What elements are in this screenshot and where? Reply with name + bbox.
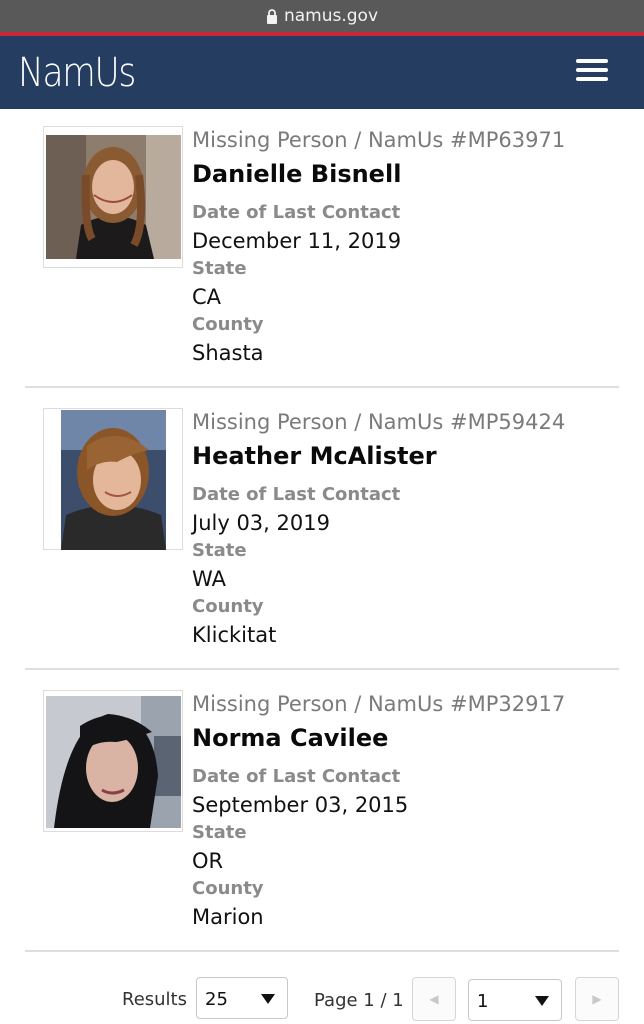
divider (25, 668, 619, 670)
person-name[interactable]: Norma Cavilee (192, 721, 565, 755)
prev-page-button[interactable]: ◀ (412, 977, 456, 1021)
date-value: December 11, 2019 (192, 229, 402, 253)
state-value: WA (192, 567, 226, 591)
case-photo (46, 135, 181, 259)
result-item[interactable]: Missing Person / NamUs #MP63971 Danielle… (0, 110, 644, 392)
state-value: OR (192, 849, 224, 873)
county-value: Klickitat (192, 623, 277, 647)
case-number[interactable]: Missing Person / NamUs #MP59424 (192, 408, 565, 436)
browser-url-bar[interactable]: namus.gov (0, 0, 644, 32)
result-item[interactable]: Missing Person / NamUs #MP59424 Heather … (0, 392, 644, 674)
lock-icon (266, 8, 277, 24)
state-label: State (192, 540, 247, 561)
results-label: Results (122, 989, 187, 1010)
state-value: CA (192, 285, 222, 309)
divider (25, 386, 619, 388)
date-value: July 03, 2019 (192, 511, 330, 535)
person-name[interactable]: Heather McAlister (192, 439, 565, 473)
date-label: Date of Last Contact (192, 202, 401, 223)
hamburger-menu-icon[interactable] (576, 59, 608, 85)
results-per-page-select[interactable]: 25 (196, 977, 288, 1019)
case-number[interactable]: Missing Person / NamUs #MP32917 (192, 690, 565, 718)
site-header: NamUs (0, 36, 644, 109)
prev-arrow-icon: ◀ (429, 992, 439, 1006)
date-label: Date of Last Contact (192, 484, 401, 505)
county-label: County (192, 878, 264, 899)
results-per-page-value: 25 (205, 989, 228, 1010)
person-name[interactable]: Danielle Bisnell (192, 157, 565, 191)
date-label: Date of Last Contact (192, 766, 401, 787)
state-label: State (192, 822, 247, 843)
page-indicator: Page 1 / 1 (314, 990, 404, 1011)
county-value: Marion (192, 905, 264, 929)
result-item[interactable]: Missing Person / NamUs #MP32917 Norma Ca… (0, 674, 644, 956)
date-value: September 03, 2015 (192, 793, 409, 817)
url-text: namus.gov (283, 6, 379, 26)
state-label: State (192, 258, 247, 279)
chevron-down-icon (261, 994, 275, 1004)
next-page-button[interactable]: ▶ (575, 977, 619, 1021)
pagination-bar: Results 25 Page 1 / 1 ◀ 1 ▶ (0, 975, 644, 1024)
case-photo-frame[interactable] (43, 126, 183, 268)
next-arrow-icon: ▶ (592, 992, 602, 1006)
case-photo-frame[interactable] (43, 408, 183, 550)
county-label: County (192, 314, 264, 335)
page-select[interactable]: 1 (468, 979, 562, 1021)
divider (25, 950, 619, 952)
chevron-down-icon (535, 996, 549, 1006)
case-photo (61, 410, 166, 550)
page-select-value: 1 (477, 991, 489, 1012)
case-photo (46, 696, 181, 828)
case-number[interactable]: Missing Person / NamUs #MP63971 (192, 126, 565, 154)
county-label: County (192, 596, 264, 617)
case-photo-frame[interactable] (43, 690, 183, 832)
brand-logo[interactable]: NamUs (18, 50, 136, 96)
county-value: Shasta (192, 341, 264, 365)
